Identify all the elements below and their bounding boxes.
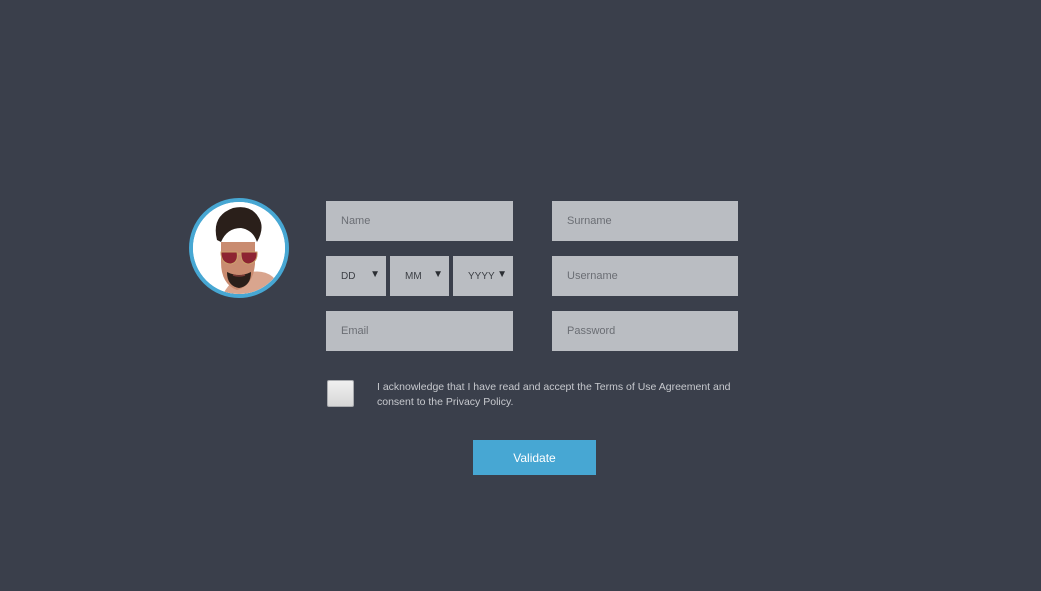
profile-photo [193, 202, 285, 294]
dropdown-arrow-icon: ▼ [497, 269, 507, 280]
email-input[interactable] [326, 311, 513, 351]
validate-button[interactable]: Validate [473, 440, 596, 475]
year-select-label: YYYY [468, 270, 495, 282]
month-select[interactable]: MM ▼ [390, 256, 449, 296]
dropdown-arrow-icon: ▼ [433, 269, 443, 280]
avatar [189, 198, 289, 298]
terms-text: I acknowledge that I have read and accep… [377, 381, 731, 408]
surname-input[interactable] [552, 201, 738, 241]
day-select-label: DD [341, 270, 356, 282]
day-select[interactable]: DD ▼ [326, 256, 386, 296]
username-input[interactable] [552, 256, 738, 296]
password-input[interactable] [552, 311, 738, 351]
year-select[interactable]: YYYY ▼ [453, 256, 513, 296]
terms-checkbox[interactable] [327, 380, 354, 407]
month-select-label: MM [405, 270, 422, 282]
name-input[interactable] [326, 201, 513, 241]
dropdown-arrow-icon: ▼ [370, 269, 380, 280]
